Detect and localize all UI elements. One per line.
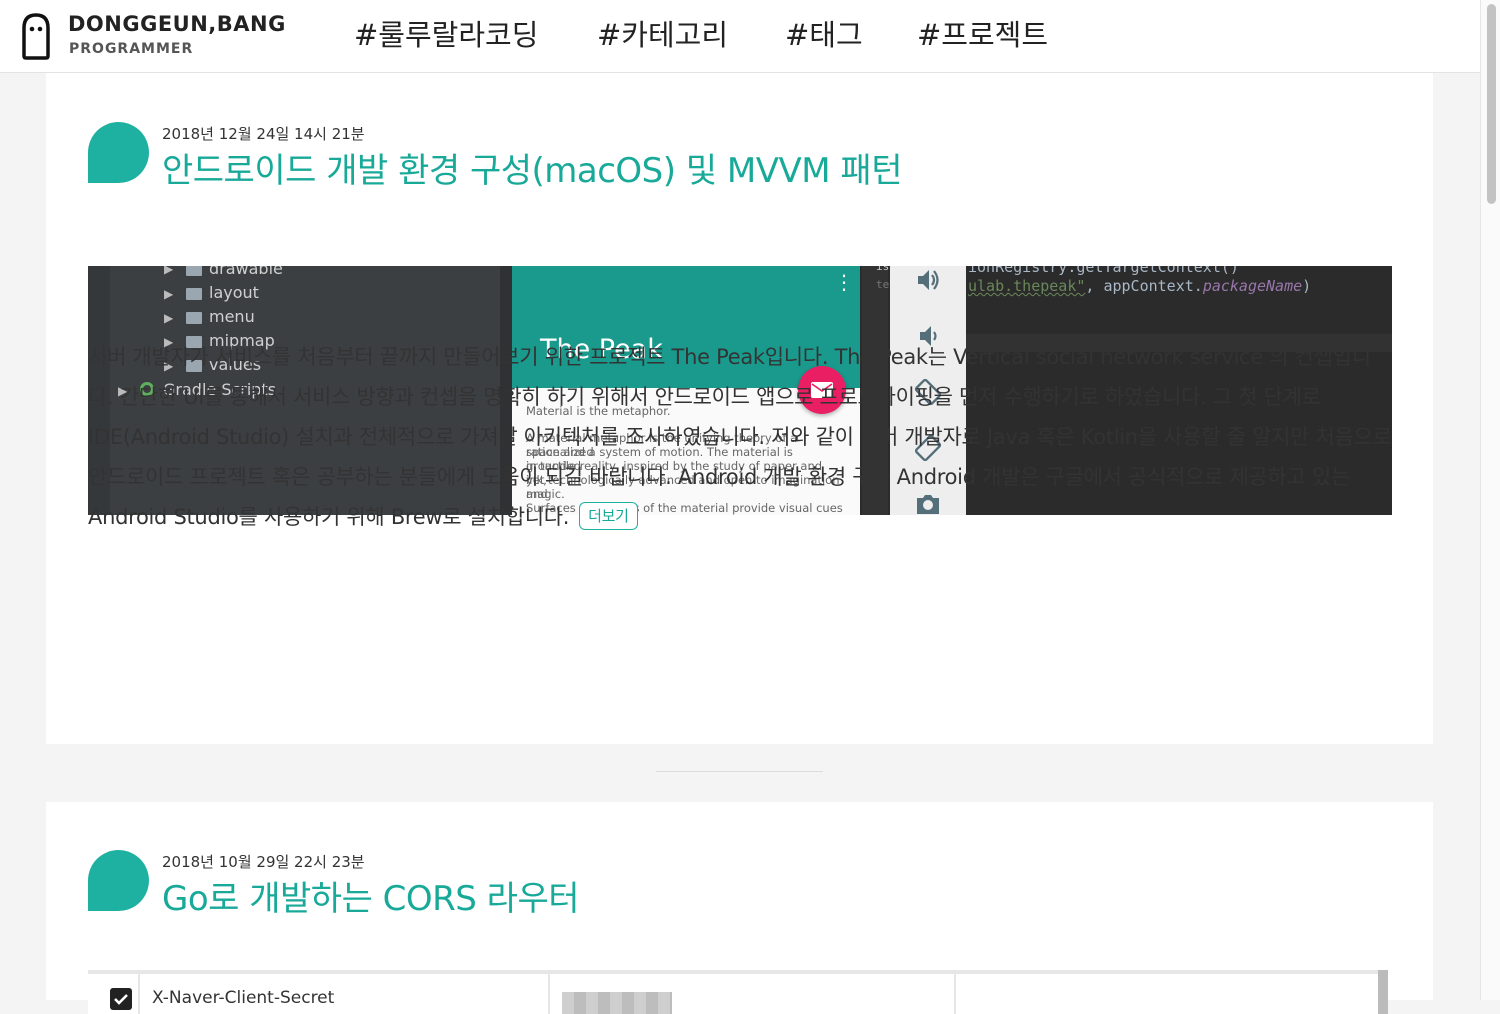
scrollbar-thumb[interactable] [1487,4,1496,204]
nav-item-category[interactable]: #카테고리 [597,12,728,54]
post-thumbnail[interactable]: X-Naver-Client-Secret [88,970,1388,1014]
post-date: 2018년 10월 29일 22시 23분 [162,853,365,871]
author-avatar [88,122,149,183]
post-divider [656,771,823,772]
tree-item: menu [209,307,255,326]
code-text: ) [1302,277,1312,295]
ghost-logo-icon[interactable] [20,12,52,60]
check-icon [114,994,128,1005]
code-string: ulab.thepeak" [968,277,1086,295]
folder-icon [186,266,202,276]
post-card: 2018년 10월 29일 22시 23분 Go로 개발하는 CORS 라우터 … [46,802,1433,1014]
site-header: DONGGEUN,BANG PROGRAMMER #룰루랄라코딩 #카테고리 #… [0,0,1480,73]
volume-up-icon [918,270,939,290]
post-excerpt: 서버 개발자가 서비스를 처음부터 끝까지 만들어보기 위한 프로젝트 The … [88,337,1392,537]
folder-icon [186,312,202,324]
post-date: 2018년 12월 24일 14시 21분 [162,125,365,143]
code-gutter-text: te [876,278,890,291]
nav-item-tag[interactable]: #태그 [785,12,863,54]
code-gutter-text: is [876,266,890,273]
checkbox-checked-icon [110,988,132,1010]
code-field: packageName [1202,277,1303,295]
code-text: , appContext. [1085,277,1203,295]
post-card: 2018년 12월 24일 14시 21분 안드로이드 개발 환경 구성(mac… [46,73,1433,744]
tree-item: drawable [209,266,283,278]
read-more-button[interactable]: 더보기 [579,502,638,530]
code-line: ionRegistry.getTargetContext() [968,266,1239,276]
table-column-divider [138,974,140,1014]
tree-item: layout [209,283,259,302]
overflow-menu-icon: ⋮ [834,270,854,294]
author-avatar [88,850,149,911]
table-column-divider [548,974,550,1014]
table-cell: X-Naver-Client-Secret [152,988,335,1008]
folder-icon [186,288,202,300]
nav-item-coding[interactable]: #룰루랄라코딩 [354,12,538,54]
nav-item-project[interactable]: #프로젝트 [917,12,1048,54]
post-excerpt-text: 서버 개발자가 서비스를 처음부터 끝까지 만들어보기 위한 프로젝트 The … [88,345,1392,529]
table-scrollbar [1378,970,1388,1014]
table-column-divider [954,974,956,1014]
tree-arrow-icon: ▶ [164,266,174,276]
tree-arrow-icon: ▶ [164,287,174,301]
page-scrollbar[interactable] [1480,0,1500,1000]
post-title[interactable]: 안드로이드 개발 환경 구성(macOS) 및 MVVM 패턴 [162,143,902,192]
code-line: ulab.thepeak", appContext.packageName) [968,277,1311,295]
blurred-value [562,992,672,1014]
brand-subtitle: PROGRAMMER [69,41,194,57]
tree-arrow-icon: ▶ [164,311,174,325]
brand-name[interactable]: DONGGEUN,BANG [68,12,286,36]
post-title[interactable]: Go로 개발하는 CORS 라우터 [162,871,580,920]
